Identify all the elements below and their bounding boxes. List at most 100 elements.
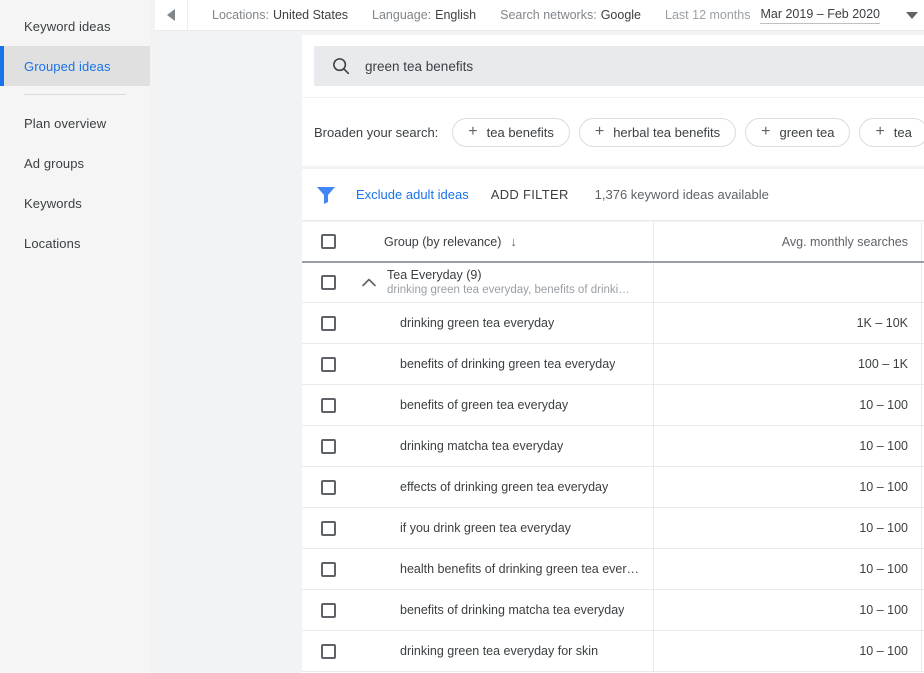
row-select-cell	[302, 467, 354, 507]
row-searches-cell: 100 – 1K	[654, 344, 922, 384]
row-checkbox[interactable]	[320, 520, 336, 536]
row-select-cell	[302, 549, 354, 589]
group-checkbox[interactable]	[320, 275, 336, 290]
table-row[interactable]: benefits of green tea everyday 10 – 100 …	[302, 385, 924, 426]
row-keyword-cell: benefits of drinking green tea everyday	[354, 344, 654, 384]
sidebar: Keyword ideas Grouped ideas Plan overvie…	[0, 0, 150, 673]
row-checkbox[interactable]	[320, 602, 336, 618]
row-keyword-cell: effects of drinking green tea everyday	[354, 467, 654, 507]
row-checkbox[interactable]	[320, 561, 336, 577]
chip-label: tea	[893, 124, 912, 140]
filter-bar: Exclude adult ideas ADD FILTER 1,376 key…	[302, 169, 924, 221]
row-searches-cell: 10 – 100	[654, 385, 922, 425]
row-searches-cell: 10 – 100	[654, 508, 922, 548]
plus-icon: +	[468, 123, 478, 140]
row-keyword-cell: if you drink green tea everyday	[354, 508, 654, 548]
search-input[interactable]: green tea benefits Inclu	[314, 46, 924, 86]
sidebar-item-label: Keywords	[24, 195, 82, 211]
row-select-cell	[302, 508, 354, 548]
select-all-checkbox[interactable]	[320, 234, 336, 249]
triangle-left-icon	[167, 9, 175, 21]
chip-label: tea benefits	[486, 124, 554, 140]
row-searches-cell: 10 – 100	[654, 467, 922, 507]
table-row[interactable]: benefits of drinking green tea everyday …	[302, 344, 924, 385]
broaden-label: Broaden your search:	[314, 124, 439, 140]
table-row[interactable]: health benefits of drinking green tea ev…	[302, 549, 924, 590]
sidebar-item-plan-overview[interactable]: Plan overview	[0, 103, 150, 143]
search-networks-label: Search networks:	[500, 8, 597, 22]
select-all-cell	[302, 222, 354, 261]
row-checkbox[interactable]	[320, 479, 336, 495]
sidebar-item-grouped-ideas[interactable]: Grouped ideas	[0, 46, 150, 86]
column-header-group[interactable]: Group (by relevance) ↓	[354, 222, 654, 261]
language-label: Language:	[372, 8, 432, 22]
caret-down-icon[interactable]	[906, 11, 919, 19]
sidebar-item-label: Ad groups	[24, 155, 85, 171]
searches-value: 10 – 100	[859, 521, 908, 535]
row-checkbox[interactable]	[320, 643, 336, 659]
language-value: English	[435, 8, 477, 22]
table-row[interactable]: if you drink green tea everyday 10 – 100…	[302, 508, 924, 549]
broaden-chip-herbal-tea-benefits[interactable]: + herbal tea benefits	[578, 117, 737, 147]
table-row[interactable]: benefits of drinking matcha tea everyday…	[302, 590, 924, 631]
keyword-text: health benefits of drinking green tea ev…	[400, 562, 641, 576]
keyword-text: effects of drinking green tea everyday	[400, 480, 609, 494]
table-row[interactable]: drinking green tea everyday 1K – 10K Low	[302, 303, 924, 344]
row-checkbox[interactable]	[320, 397, 336, 413]
row-select-cell	[302, 303, 354, 343]
keyword-text: benefits of drinking matcha tea everyday	[400, 603, 625, 617]
row-checkbox[interactable]	[320, 356, 336, 372]
searches-value: 10 – 100	[859, 562, 908, 576]
date-range-selector[interactable]: Mar 2019 – Feb 2020	[760, 7, 881, 24]
row-select-cell	[302, 590, 354, 630]
group-title: Tea Everyday (9)	[387, 267, 482, 282]
group-select-cell	[302, 263, 354, 302]
keyword-text: benefits of drinking green tea everyday	[400, 357, 616, 371]
group-searches-cell	[654, 263, 922, 302]
exclude-adult-ideas-link[interactable]: Exclude adult ideas	[356, 187, 469, 202]
table-group-row: Tea Everyday (9) drinking green tea ever…	[302, 263, 924, 303]
sidebar-divider	[24, 94, 126, 95]
locations-value: United States	[272, 8, 349, 22]
sidebar-item-keywords[interactable]: Keywords	[0, 183, 150, 223]
keyword-text: benefits of green tea everyday	[400, 398, 569, 412]
sidebar-item-keyword-ideas[interactable]: Keyword ideas	[0, 6, 150, 46]
searches-value: 10 – 100	[859, 644, 908, 658]
table-row[interactable]: drinking green tea everyday for skin 10 …	[302, 631, 924, 672]
plus-icon: +	[875, 123, 885, 140]
broaden-chip-tea[interactable]: + tea	[859, 117, 924, 147]
searches-value: 100 – 1K	[857, 357, 908, 371]
locations-label: Locations:	[212, 8, 269, 22]
row-select-cell	[302, 385, 354, 425]
keyword-text: drinking matcha tea everyday	[400, 439, 564, 453]
sidebar-item-locations[interactable]: Locations	[0, 223, 150, 263]
column-header-avg-monthly-searches[interactable]: Avg. monthly searches	[654, 222, 922, 261]
table-row[interactable]: drinking matcha tea everyday 10 – 100 Lo…	[302, 426, 924, 467]
chevron-up-icon[interactable]	[354, 278, 384, 287]
collapse-panel-button[interactable]	[155, 0, 188, 31]
search-networks-setting[interactable]: Search networks: Google	[500, 8, 641, 22]
add-filter-button[interactable]: ADD FILTER	[491, 187, 569, 202]
row-checkbox[interactable]	[320, 315, 336, 331]
filter-icon[interactable]	[316, 186, 336, 204]
table-row[interactable]: effects of drinking green tea everyday 1…	[302, 467, 924, 508]
row-searches-cell: 10 – 100	[654, 590, 922, 630]
plus-icon: +	[594, 123, 605, 140]
group-text-block: Tea Everyday (9) drinking green tea ever…	[387, 268, 630, 298]
broaden-chip-tea-benefits[interactable]: + tea benefits	[452, 117, 570, 147]
row-searches-cell: 10 – 100	[654, 426, 922, 466]
chip-label: green tea	[779, 124, 835, 140]
locations-setting[interactable]: Locations: United States	[212, 8, 348, 22]
language-setting[interactable]: Language: English	[372, 8, 476, 22]
sidebar-item-ad-groups[interactable]: Ad groups	[0, 143, 150, 183]
sort-descending-icon: ↓	[510, 234, 517, 249]
chip-label: herbal tea benefits	[613, 124, 721, 140]
row-checkbox[interactable]	[320, 438, 336, 454]
settings-toolbar: Locations: United States Language: Engli…	[155, 0, 924, 31]
broaden-chip-green-tea[interactable]: + green tea	[745, 117, 851, 147]
column-header-searches-label: Avg. monthly searches	[781, 234, 908, 249]
keyword-ideas-table: Group (by relevance) ↓ Avg. monthly sear…	[302, 222, 924, 673]
searches-value: 1K – 10K	[856, 316, 908, 330]
main-pane: Locations: United States Language: Engli…	[150, 0, 924, 673]
searches-value: 10 – 100	[859, 439, 908, 453]
